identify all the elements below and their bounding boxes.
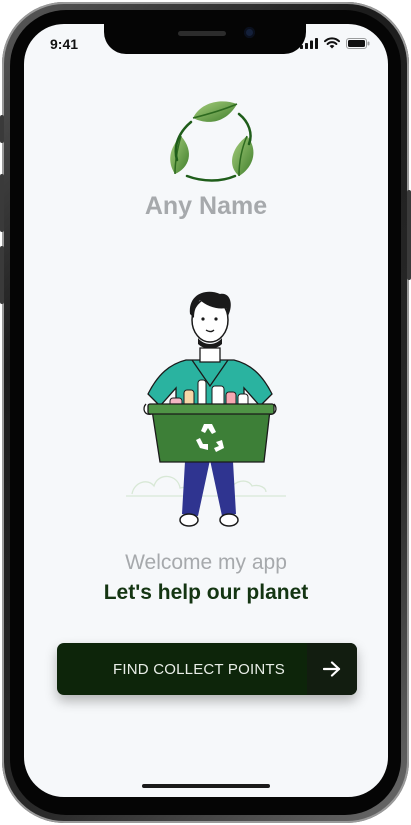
volume-up-button (0, 174, 4, 232)
status-time: 9:41 (50, 36, 79, 52)
find-collect-points-button[interactable]: FIND COLLECT POINTS (57, 643, 357, 695)
wifi-icon (324, 37, 340, 49)
status-icons (300, 37, 370, 49)
front-camera (244, 27, 255, 38)
find-collect-points-label: FIND COLLECT POINTS (113, 660, 285, 678)
home-indicator[interactable] (142, 784, 270, 788)
person-carrying-recycling-bin-illustration (126, 291, 286, 527)
cellular-signal-icon (300, 37, 318, 49)
recycling-bin (147, 403, 275, 463)
app-screen: 9:41 Any Name Welcome my app Let's help … (24, 24, 388, 797)
background-clouds (126, 475, 286, 497)
welcome-text: Welcome my app (125, 551, 287, 574)
power-button (407, 190, 411, 280)
battery-icon (346, 37, 370, 49)
app-name: Any Name (144, 192, 268, 220)
recycle-leaves-icon (170, 101, 254, 182)
speaker-grille (178, 31, 226, 36)
volume-down-button (0, 246, 4, 304)
silent-switch (0, 115, 4, 143)
tagline-text: Let's help our planet (103, 581, 309, 604)
notch (104, 24, 306, 54)
arrow-right-icon (307, 643, 357, 695)
